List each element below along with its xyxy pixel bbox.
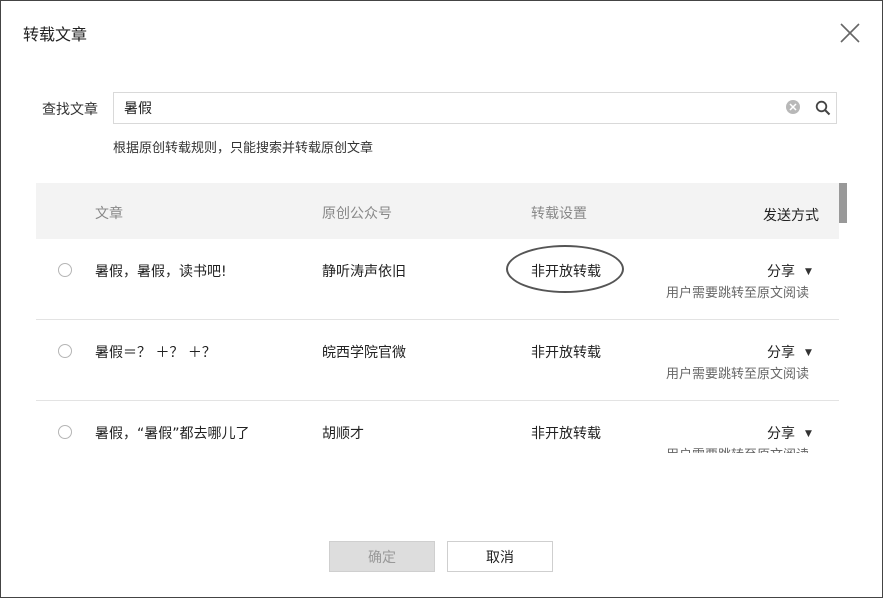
send-method-dropdown[interactable]: 分享 ▼ — [767, 342, 812, 362]
article-title: 暑假，“暑假”都去哪儿了 — [95, 426, 250, 442]
chevron-down-icon: ▼ — [805, 348, 812, 358]
search-hint: 根据原创转载规则，只能搜索并转载原创文章 — [113, 141, 374, 156]
send-method-dropdown[interactable]: 分享 ▼ — [767, 423, 812, 443]
header-send-method: 发送方式 — [763, 208, 819, 224]
repost-setting: 非开放转载 — [531, 264, 601, 280]
row-radio[interactable] — [58, 344, 72, 358]
send-method-label: 分享 — [767, 345, 795, 361]
article-title: 暑假，暑假，读书吧! — [95, 264, 227, 280]
header-article: 文章 — [95, 206, 123, 222]
close-icon[interactable] — [839, 22, 861, 44]
row-radio[interactable] — [58, 263, 72, 277]
repost-article-dialog: 转载文章 查找文章 根据原创转载规则，只能搜索并转载原创文章 文章 原创公众号 — [0, 0, 883, 598]
account-name: 胡顺才 — [322, 426, 364, 442]
chevron-down-icon: ▼ — [805, 267, 812, 277]
search-box — [113, 92, 837, 124]
cancel-button[interactable]: 取消 — [447, 541, 553, 572]
search-icon[interactable] — [815, 100, 831, 120]
send-method-label: 分享 — [767, 426, 795, 442]
table-scrollbar[interactable] — [839, 183, 847, 223]
dialog-title: 转载文章 — [23, 25, 88, 44]
header-account: 原创公众号 — [322, 206, 392, 222]
send-method-dropdown[interactable]: 分享 ▼ — [767, 261, 812, 281]
clear-icon[interactable] — [786, 100, 800, 114]
table-header: 文章 原创公众号 转载设置 发送方式 — [36, 183, 839, 239]
search-input[interactable] — [124, 93, 774, 123]
send-method-label: 分享 — [767, 264, 795, 280]
row-radio[interactable] — [58, 425, 72, 439]
repost-setting: 非开放转载 — [531, 426, 601, 442]
search-label: 查找文章 — [42, 102, 98, 118]
header-setting: 转载设置 — [531, 206, 587, 222]
send-note: 用户需要跳转至原文阅读 — [666, 367, 810, 382]
table-row[interactable]: 暑假，暑假，读书吧! 静听涛声依旧 非开放转载 分享 ▼ 用户需要跳转至原文阅读 — [36, 239, 839, 320]
article-table: 文章 原创公众号 转载设置 发送方式 暑假，暑假，读书吧! 静听涛声依旧 非开放… — [36, 183, 839, 453]
confirm-button[interactable]: 确定 — [329, 541, 435, 572]
chevron-down-icon: ▼ — [805, 429, 812, 439]
send-note: 用户需要跳转至原文阅读 — [666, 286, 810, 301]
table-row[interactable]: 暑假，“暑假”都去哪儿了 胡顺才 非开放转载 分享 ▼ 用户需要跳转至原文阅读 — [36, 401, 839, 453]
account-name: 皖西学院官微 — [322, 345, 406, 361]
article-title: 暑假＝？ ＋？ ＋？ — [95, 345, 216, 361]
table-row[interactable]: 暑假＝？ ＋？ ＋？ 皖西学院官微 非开放转载 分享 ▼ 用户需要跳转至原文阅读 — [36, 320, 839, 401]
account-name: 静听涛声依旧 — [322, 264, 406, 280]
repost-setting: 非开放转载 — [531, 345, 601, 361]
send-note: 用户需要跳转至原文阅读 — [666, 444, 809, 453]
